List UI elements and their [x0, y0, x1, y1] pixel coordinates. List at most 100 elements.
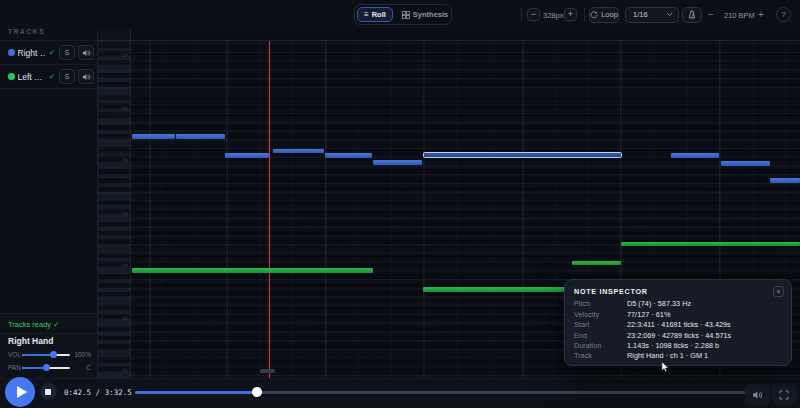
stop-button[interactable]	[40, 383, 57, 400]
key-label: C1	[122, 369, 127, 373]
note-inspector: NOTE INSPECTOR × PitchD5 (74) · 587.33 H…	[564, 279, 792, 366]
midi-note[interactable]	[176, 134, 225, 139]
midi-note[interactable]	[572, 261, 621, 266]
track-ready-check-icon: ✓	[49, 72, 55, 81]
zoom-value: 328px	[543, 11, 563, 20]
grid-division-value: 1/16	[633, 10, 648, 19]
piano-keys[interactable]: C7 C6 C5 C4 C3 C2 C1	[98, 41, 131, 378]
track-name: Right …	[18, 48, 46, 58]
loop-icon	[590, 11, 598, 19]
timeline-ruler[interactable]	[131, 29, 800, 41]
selected-track-name: Right Hand	[8, 336, 53, 346]
tab-roll[interactable]: ≡Roll	[357, 7, 393, 22]
tab-roll-label: Roll	[372, 10, 386, 19]
volume-row: VOL 100%	[0, 348, 97, 360]
midi-note[interactable]	[273, 149, 324, 154]
midi-note[interactable]	[132, 268, 373, 273]
track-row-left-hand[interactable]: Left … ✓ S	[0, 65, 97, 88]
volume-icon	[752, 390, 763, 400]
midi-note[interactable]	[621, 242, 800, 247]
loop-button[interactable]: Loop	[589, 7, 619, 23]
seek-thumb[interactable]	[252, 387, 262, 397]
tab-synthesis-label: Synthesis	[413, 10, 448, 19]
track-color-dot	[8, 49, 15, 56]
inspector-row-velocity: Velocity77/127 · 61%	[574, 309, 782, 319]
track-ready-check-icon: ✓	[49, 48, 55, 57]
volume-slider[interactable]	[22, 354, 70, 357]
chevron-down-icon	[666, 12, 673, 17]
selected-track-panel: Tracks ready ✓ Right Hand VOL 100% PAN C	[0, 313, 97, 378]
midi-note[interactable]	[671, 153, 719, 158]
solo-button[interactable]: S	[59, 69, 75, 84]
volume-label: VOL	[8, 351, 21, 358]
play-button[interactable]	[5, 377, 35, 407]
piano-roll-app: ≡Roll Synthesis − 328px + Loop 1/16 − 21…	[0, 0, 800, 408]
pan-label: PAN	[8, 364, 21, 371]
scrollbar-thumb[interactable]	[260, 369, 276, 374]
metronome-button[interactable]	[682, 7, 703, 23]
pan-slider[interactable]	[22, 367, 70, 370]
midi-note[interactable]	[225, 153, 269, 158]
pan-row: PAN C	[0, 361, 97, 373]
time-display: 0:42.5 / 3:32.5	[64, 388, 132, 397]
metronome-icon	[687, 10, 696, 19]
mouse-cursor	[661, 361, 671, 374]
note-inspector-title: NOTE INSPECTOR	[574, 287, 648, 296]
tab-synthesis[interactable]: Synthesis	[395, 7, 455, 22]
zoom-out-button[interactable]: −	[527, 8, 540, 21]
pan-value: C	[86, 364, 91, 371]
mute-button[interactable]	[78, 69, 94, 84]
seek-slider[interactable]	[135, 391, 745, 394]
key-label: C4	[122, 212, 127, 216]
speaker-icon	[82, 73, 91, 81]
fullscreen-button[interactable]	[772, 384, 797, 405]
midi-note[interactable]	[721, 161, 770, 166]
toolbar-divider	[584, 8, 585, 21]
view-toggle: ≡Roll Synthesis	[354, 4, 452, 25]
midi-note[interactable]	[132, 134, 176, 139]
key-label: C2	[122, 317, 127, 321]
stop-icon	[45, 389, 51, 395]
tempo-increase-button[interactable]: +	[758, 9, 764, 20]
speaker-icon	[82, 49, 91, 57]
divider	[0, 333, 97, 334]
tracks-header: TRACKS	[8, 28, 45, 35]
divider	[0, 88, 98, 89]
ruler-corner	[98, 29, 131, 41]
inspector-row-start: Start22:3:411 · 41691 ticks · 43.429s	[574, 319, 782, 329]
midi-note[interactable]	[373, 160, 422, 165]
tempo-value: 210 BPM	[724, 11, 755, 20]
close-icon[interactable]: ×	[773, 286, 784, 297]
toolbar: ≡Roll Synthesis − 328px + Loop 1/16 − 21…	[0, 0, 800, 29]
key-label: C6	[122, 107, 127, 111]
play-icon	[17, 386, 27, 398]
transport-bar: 0:42.5 / 3:32.5	[0, 378, 800, 408]
key-label: C3	[122, 264, 127, 268]
key-label: C5	[122, 159, 127, 163]
tracks-ready-status: Tracks ready ✓	[8, 320, 59, 329]
help-button[interactable]: ?	[776, 7, 791, 22]
tempo-decrease-button[interactable]: −	[708, 9, 714, 20]
inspector-row-duration: Duration1.143s · 1098 ticks · 2.288 b	[574, 340, 782, 350]
mute-button[interactable]	[78, 45, 94, 60]
zoom-in-button[interactable]: +	[564, 8, 577, 21]
midi-note[interactable]	[325, 153, 372, 158]
key-label: C7	[122, 54, 127, 58]
solo-button[interactable]: S	[59, 45, 75, 60]
tracks-sidebar: TRACKS Right … ✓ S Left … ✓ S Tracks rea…	[0, 29, 98, 378]
playhead[interactable]	[269, 41, 270, 378]
inspector-row-pitch: PitchD5 (74) · 587.33 Hz	[574, 299, 782, 309]
note-inspector-rows: PitchD5 (74) · 587.33 Hz Velocity77/127 …	[574, 299, 782, 362]
fullscreen-icon	[779, 390, 789, 400]
volume-value: 100%	[74, 351, 91, 358]
grid-division-select[interactable]: 1/16	[625, 7, 679, 23]
loop-label: Loop	[601, 10, 618, 19]
synthesis-icon	[402, 11, 410, 19]
midi-note[interactable]	[770, 178, 800, 183]
roll-icon: ≡	[364, 11, 369, 19]
track-row-right-hand[interactable]: Right … ✓ S	[0, 41, 97, 64]
track-name: Left …	[18, 72, 46, 82]
midi-note-selected[interactable]	[423, 152, 622, 158]
toolbar-divider	[521, 8, 522, 21]
volume-button[interactable]	[745, 384, 770, 405]
